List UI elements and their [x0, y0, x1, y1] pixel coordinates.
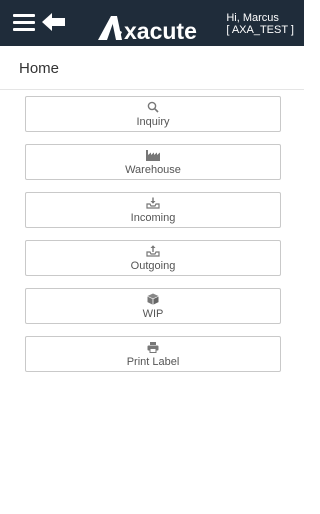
wip-button[interactable]: WIP	[25, 288, 281, 324]
warehouse-button[interactable]: Warehouse	[25, 144, 281, 180]
user-greeting: Hi, Marcus	[226, 12, 279, 24]
outgoing-label: Outgoing	[130, 260, 176, 272]
menu-icon[interactable]	[13, 14, 35, 31]
user-info: Hi, Marcus [ AXA_TEST ]	[226, 12, 294, 36]
cube-icon	[147, 293, 159, 305]
site-name: [ AXA_TEST ]	[226, 24, 294, 36]
printer-icon	[147, 342, 159, 353]
page-title: Home	[19, 60, 60, 77]
print-label-button[interactable]: Print Label	[25, 336, 281, 372]
outgoing-button[interactable]: Outgoing	[25, 240, 281, 276]
title-divider	[0, 89, 304, 90]
inbox-out-icon	[146, 245, 160, 257]
brand-text: xacute	[124, 18, 197, 42]
warehouse-label: Warehouse	[125, 164, 181, 176]
print-label-label: Print Label	[126, 356, 180, 368]
brand-logo: xacute	[98, 16, 197, 42]
wip-label: WIP	[142, 308, 164, 320]
factory-icon	[146, 150, 160, 161]
search-icon	[147, 101, 159, 113]
app-header: xacute Hi, Marcus [ AXA_TEST ]	[0, 0, 304, 46]
inbox-in-icon	[146, 197, 160, 209]
inquiry-button[interactable]: Inquiry	[25, 96, 281, 132]
incoming-button[interactable]: Incoming	[25, 192, 281, 228]
back-arrow-icon[interactable]	[42, 12, 66, 32]
incoming-label: Incoming	[130, 212, 176, 224]
inquiry-label: Inquiry	[136, 116, 170, 128]
